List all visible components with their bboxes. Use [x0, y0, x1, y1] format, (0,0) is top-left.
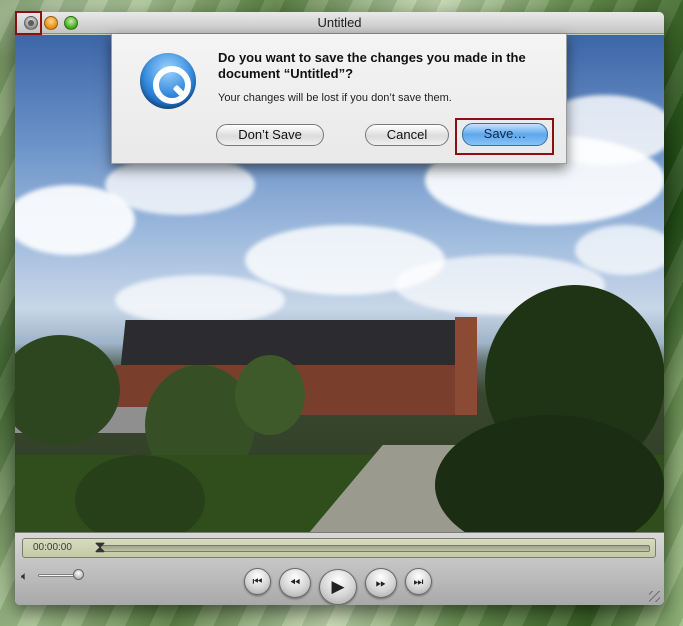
playhead-icon[interactable]: ⧗ [92, 540, 108, 557]
rewind-icon: ⏪︎ [289, 575, 301, 591]
progress-track[interactable] [99, 545, 650, 552]
quicktime-icon [140, 53, 196, 109]
play-button[interactable]: ▶ [319, 569, 357, 605]
volume-knob[interactable] [73, 569, 84, 580]
play-icon: ▶ [331, 577, 345, 597]
title-bar[interactable]: Untitled [15, 12, 664, 34]
step-back-icon: ⏮︎ [252, 574, 263, 588]
rewind-button[interactable]: ⏪︎ [279, 568, 311, 598]
speaker-icon[interactable]: 🔈︎ [21, 569, 28, 584]
playback-controls: 00:00:00 ⧗ 🔈︎ ⏮︎ ⏪︎ ▶ ⏩︎ ⏭︎ [15, 532, 664, 605]
resize-grip[interactable] [649, 591, 660, 602]
step-forward-button[interactable]: ⏭︎ [405, 568, 432, 595]
save-button[interactable]: Save… [462, 123, 548, 146]
fast-forward-button[interactable]: ⏩︎ [365, 568, 397, 598]
time-display: 00:00:00 [33, 542, 72, 553]
save-changes-sheet: Do you want to save the changes you made… [111, 34, 567, 164]
timeline[interactable]: 00:00:00 ⧗ [22, 538, 656, 558]
step-back-button[interactable]: ⏮︎ [244, 568, 271, 595]
dialog-title: Do you want to save the changes you made… [218, 50, 526, 81]
dialog-message: Your changes will be lost if you don’t s… [218, 92, 452, 104]
step-forward-icon: ⏭︎ [413, 574, 424, 588]
fast-forward-icon: ⏩︎ [375, 575, 387, 591]
window-title: Untitled [317, 15, 362, 30]
dont-save-button[interactable]: Don’t Save [216, 124, 324, 146]
cancel-button[interactable]: Cancel [365, 124, 449, 146]
